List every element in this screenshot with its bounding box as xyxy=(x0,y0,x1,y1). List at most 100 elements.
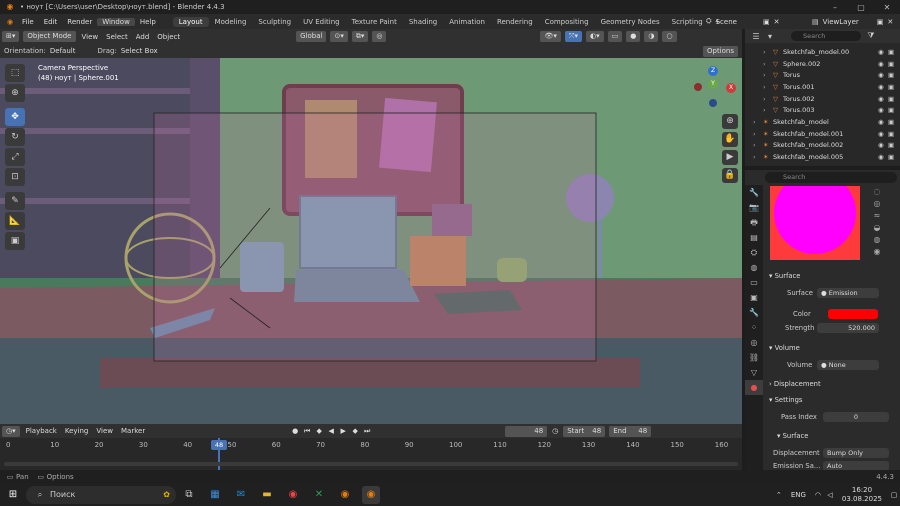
eye-icon[interactable]: ◉ xyxy=(878,141,888,149)
visibility-icon[interactable]: 👁▾ xyxy=(540,31,561,42)
outliner-editor-icon[interactable]: ☰ xyxy=(749,32,763,41)
zoom-icon[interactable]: ⊕ xyxy=(722,114,738,129)
excel-icon[interactable]: ✕ xyxy=(310,486,328,504)
play-icon[interactable]: ▶ xyxy=(337,427,349,435)
viewlayer-name[interactable]: ViewLayer xyxy=(823,18,859,26)
eye-icon[interactable]: ◉ xyxy=(878,60,888,68)
preview-sphere-icon[interactable]: ◌ xyxy=(869,186,885,198)
start-frame-field[interactable]: Start 48 xyxy=(563,425,606,437)
delete-scene-icon[interactable]: ✕ xyxy=(774,18,780,26)
eye-icon[interactable]: ◉ xyxy=(878,153,888,161)
tab-geometry-nodes[interactable]: Geometry Nodes xyxy=(595,17,666,27)
task-view-icon[interactable]: ⧉ xyxy=(180,486,198,504)
outliner-row[interactable]: › ✶ Sketchfab_model ◉ ▣ xyxy=(745,116,900,128)
render-camera-icon[interactable]: ▣ xyxy=(888,141,898,149)
object-tab-icon[interactable]: ▣ xyxy=(745,290,763,305)
pass-index-field[interactable]: 0 xyxy=(823,412,889,422)
surface-settings-subheader[interactable]: ▾ Surface xyxy=(777,432,808,440)
jump-end-icon[interactable]: ⏭ xyxy=(361,427,373,436)
tab-texture-paint[interactable]: Texture Paint xyxy=(346,17,403,27)
maximize-button[interactable]: ▢ xyxy=(848,3,874,12)
tab-rendering[interactable]: Rendering xyxy=(491,17,539,27)
constraints-tab-icon[interactable]: ⛓ xyxy=(745,350,763,365)
expand-arrow-icon[interactable]: › xyxy=(763,106,773,114)
wifi-icon[interactable]: ◠ xyxy=(812,491,824,499)
transform-tool-icon[interactable]: ⊡ xyxy=(5,168,25,186)
expand-arrow-icon[interactable]: › xyxy=(763,83,773,91)
preview-cube-icon[interactable]: ◎ xyxy=(869,198,885,210)
add-cube-tool-icon[interactable]: ▣ xyxy=(5,232,25,250)
eye-icon[interactable]: ◉ xyxy=(878,95,888,103)
outliner-row[interactable]: › ▽ Sphere.002 ◉ ▣ xyxy=(745,58,900,70)
move-tool-icon[interactable]: ✥ xyxy=(5,108,25,126)
tab-compositing[interactable]: Compositing xyxy=(539,17,595,27)
strength-field[interactable]: 520.000 xyxy=(817,323,879,333)
world-tab-icon[interactable]: ◍ xyxy=(745,260,763,275)
display-mode-icon[interactable]: ▾ xyxy=(763,32,777,41)
outliner-row[interactable]: › ✶ Sketchfab_model.001 ◉ ▣ xyxy=(745,128,900,140)
color-swatch[interactable] xyxy=(828,309,878,319)
outlook-icon[interactable]: ✉ xyxy=(232,486,250,504)
view-menu[interactable]: View xyxy=(78,33,103,41)
windows-start-icon[interactable]: ⊞ xyxy=(4,486,22,504)
menu-file[interactable]: File xyxy=(17,18,39,26)
eye-icon[interactable]: ◉ xyxy=(878,71,888,79)
next-key-icon[interactable]: ◆ xyxy=(349,427,361,435)
expand-arrow-icon[interactable]: › xyxy=(763,71,773,79)
clock[interactable]: 16:20 03.08.2025 xyxy=(842,486,882,504)
volume-panel-header[interactable]: ▾ Volume xyxy=(769,344,800,352)
timeline-scrollbar[interactable] xyxy=(4,462,738,466)
filter-icon[interactable]: ⧩ xyxy=(864,31,878,41)
tab-shading[interactable]: Shading xyxy=(403,17,443,27)
options-button[interactable]: Options xyxy=(702,45,738,57)
notification-icon[interactable]: ▢ xyxy=(888,491,900,499)
collection-tab-icon[interactable]: ▭ xyxy=(745,275,763,290)
render-camera-icon[interactable]: ▣ xyxy=(888,95,898,103)
playback-menu[interactable]: Playback xyxy=(22,427,61,435)
outliner-row[interactable]: › ▽ Torus ◉ ▣ xyxy=(745,69,900,81)
outliner-row[interactable]: › ▽ Torus.003 ◉ ▣ xyxy=(745,104,900,116)
keying-menu[interactable]: Keying xyxy=(61,427,93,435)
marker-menu[interactable]: Marker xyxy=(117,427,149,435)
lock-camera-icon[interactable]: 🔒 xyxy=(722,168,738,183)
outliner-row[interactable]: › ✶ Sketchfab_model.005 ◉ ▣ xyxy=(745,151,900,163)
preview-fluid-icon[interactable]: ◍ xyxy=(869,234,885,246)
tab-sculpting[interactable]: Sculpting xyxy=(252,17,297,27)
volume-shader-select[interactable]: ● None xyxy=(817,360,879,370)
outliner-row[interactable]: › ✶ Sketchfab_model.002 ◉ ▣ xyxy=(745,140,900,152)
minimize-button[interactable]: – xyxy=(822,3,848,12)
eye-icon[interactable]: ◉ xyxy=(878,48,888,56)
expand-arrow-icon[interactable]: › xyxy=(763,95,773,103)
shading-rendered-icon[interactable]: ○ xyxy=(662,31,677,42)
render-camera-icon[interactable]: ▣ xyxy=(888,130,898,138)
expand-arrow-icon[interactable]: › xyxy=(763,48,773,56)
editor-type-button[interactable]: ⊞▾ xyxy=(2,31,20,42)
axis-x-icon[interactable]: X xyxy=(726,83,736,93)
view-layer-tab-icon[interactable]: ▤ xyxy=(745,230,763,245)
annotate-tool-icon[interactable]: ✎ xyxy=(5,192,25,210)
outliner-search-input[interactable]: Search xyxy=(791,31,861,41)
shading-material-icon[interactable]: ◑ xyxy=(644,31,659,42)
expand-arrow-icon[interactable]: › xyxy=(753,130,763,138)
render-camera-icon[interactable]: ▣ xyxy=(888,118,898,126)
pivot-icon[interactable]: ⊙▾ xyxy=(330,31,348,42)
end-frame-field[interactable]: End 48 xyxy=(609,425,652,437)
scene-name[interactable]: Scene xyxy=(716,18,737,26)
xray-icon[interactable]: ▭ xyxy=(607,31,623,42)
scale-tool-icon[interactable]: ⤢ xyxy=(5,148,25,166)
cursor-tool-icon[interactable]: ⊕ xyxy=(5,84,25,102)
eye-icon[interactable]: ◉ xyxy=(878,106,888,114)
3d-viewport[interactable]: Camera Perspective (48) ноут | Sphere.00… xyxy=(0,58,742,424)
measure-tool-icon[interactable]: 📐 xyxy=(5,212,25,230)
surface-panel-header[interactable]: ▾ Surface xyxy=(769,272,800,280)
tab-scripting[interactable]: Scripting xyxy=(666,17,709,27)
expand-arrow-icon[interactable]: › xyxy=(763,60,773,68)
snap-icon[interactable]: ⧉▾ xyxy=(351,31,369,42)
close-button[interactable]: ✕ xyxy=(874,3,900,12)
drag-select[interactable]: Select Box xyxy=(117,47,162,55)
store-icon[interactable]: ▦ xyxy=(206,486,224,504)
orientation-select[interactable]: Default xyxy=(46,47,80,55)
expand-arrow-icon[interactable]: › xyxy=(753,141,763,149)
delete-viewlayer-icon[interactable]: ✕ xyxy=(887,18,893,26)
tab-modeling[interactable]: Modeling xyxy=(209,17,253,27)
